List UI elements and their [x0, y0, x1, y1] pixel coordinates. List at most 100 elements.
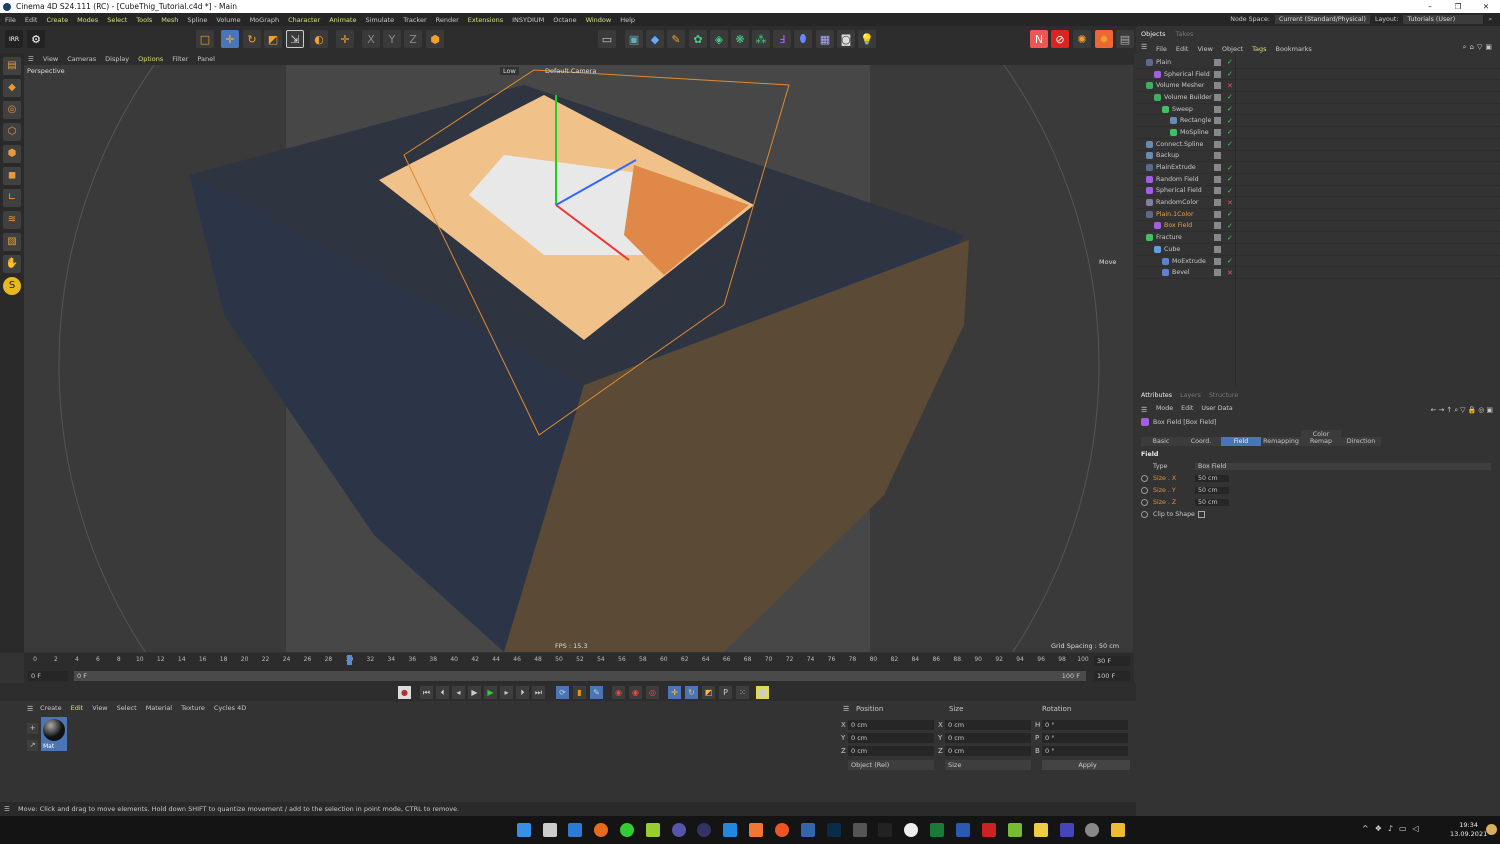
- polygons-mode-icon[interactable]: ◼: [3, 167, 21, 185]
- firefox-icon[interactable]: [594, 823, 608, 837]
- notification-icon[interactable]: [1486, 824, 1497, 835]
- menu-character[interactable]: Character: [288, 16, 320, 24]
- apply-button[interactable]: Apply: [1042, 760, 1130, 770]
- make-editable-icon[interactable]: ▤: [3, 57, 21, 75]
- enabled-check-icon[interactable]: ✓: [1227, 234, 1233, 242]
- layer-visibility-icon[interactable]: [1214, 269, 1221, 277]
- menu-file[interactable]: File: [5, 16, 16, 24]
- minimize-button[interactable]: –: [1416, 0, 1444, 13]
- animate-radio[interactable]: [1141, 474, 1148, 482]
- system-tray-icons[interactable]: ^❖♪▭◁: [1362, 824, 1425, 833]
- coord-field[interactable]: 0 cm: [848, 720, 934, 730]
- subtab-field[interactable]: Field: [1221, 437, 1261, 446]
- record-keys-icon[interactable]: ●: [398, 686, 411, 699]
- key-rotation-icon[interactable]: ↻: [685, 686, 698, 699]
- layer-visibility-icon[interactable]: [1214, 117, 1221, 125]
- app-icon-10[interactable]: [1085, 823, 1099, 837]
- deformer-icon[interactable]: Ⅎ: [773, 30, 791, 48]
- attributes-menu-user-data[interactable]: User Data: [1201, 405, 1232, 412]
- points-mode-icon[interactable]: ⬡: [3, 123, 21, 141]
- enabled-check-icon[interactable]: ✓: [1227, 210, 1233, 218]
- key-position-icon[interactable]: ✛: [668, 686, 681, 699]
- layer-visibility-icon[interactable]: [1214, 152, 1221, 160]
- object-row[interactable]: Box Field ✓: [1136, 221, 1500, 233]
- subtab-direction[interactable]: Direction: [1341, 437, 1381, 446]
- quality-dropdown[interactable]: Low: [500, 67, 519, 75]
- photoshop-icon[interactable]: [827, 823, 841, 837]
- tab-objects[interactable]: Objects: [1141, 30, 1166, 38]
- enabled-check-icon[interactable]: ✓: [1227, 58, 1233, 66]
- subtab-remapping[interactable]: Remapping: [1261, 437, 1301, 446]
- y-axis-lock-icon[interactable]: Y: [383, 30, 401, 48]
- attributes-menu-icon[interactable]: ☰: [1141, 406, 1147, 414]
- disabled-x-icon[interactable]: ✕: [1227, 82, 1233, 90]
- object-row[interactable]: Backup: [1136, 151, 1500, 163]
- material-menu-icon[interactable]: ☰: [27, 705, 33, 713]
- record-icon[interactable]: ◉: [612, 686, 625, 699]
- windows-start-icon[interactable]: [517, 823, 531, 837]
- objects-menu-tags[interactable]: Tags: [1252, 45, 1266, 53]
- objects-menu-file[interactable]: File: [1156, 45, 1167, 53]
- viewport-solo-icon[interactable]: ▭: [598, 30, 616, 48]
- plugin-burst-icon[interactable]: ✹: [1095, 30, 1113, 48]
- tab-attributes[interactable]: Attributes: [1141, 392, 1172, 399]
- plugin-disabled-icon[interactable]: ⊘: [1051, 30, 1069, 48]
- app-icon-5[interactable]: [853, 823, 867, 837]
- render-settings-icon[interactable]: ⚙: [27, 30, 45, 48]
- layer-visibility-icon[interactable]: [1214, 58, 1221, 66]
- menu-mograph[interactable]: MoGraph: [250, 16, 280, 24]
- objects-menu-object[interactable]: Object: [1222, 45, 1243, 53]
- object-row[interactable]: Spherical Field ✓: [1136, 69, 1500, 81]
- app-icon-7[interactable]: [1008, 823, 1022, 837]
- go-to-end-icon[interactable]: ⏭: [532, 686, 545, 699]
- redshift-icon[interactable]: N: [1030, 30, 1048, 48]
- enabled-check-icon[interactable]: ✓: [1227, 164, 1233, 172]
- animate-radio[interactable]: [1141, 498, 1148, 506]
- object-row[interactable]: Rectangle ✓: [1136, 115, 1500, 128]
- object-row[interactable]: Cube: [1136, 244, 1500, 256]
- enabled-check-icon[interactable]: ✓: [1227, 222, 1233, 230]
- key-points-icon[interactable]: ⁙: [736, 686, 749, 699]
- layer-visibility-icon[interactable]: [1214, 105, 1221, 113]
- plugin-star-icon[interactable]: ✺: [1073, 30, 1091, 48]
- scheme-icon[interactable]: ⬤: [756, 686, 769, 699]
- attributes-nav-icons[interactable]: ←→↑⌕▽🔒◎▣: [1431, 406, 1495, 415]
- bridge-icon[interactable]: [878, 823, 892, 837]
- enabled-check-icon[interactable]: ✓: [1227, 105, 1233, 113]
- selection-tool-icon[interactable]: □: [196, 30, 214, 48]
- pen-icon[interactable]: ✎: [667, 30, 685, 48]
- axis-mode-icon[interactable]: ∟: [3, 189, 21, 207]
- floor-icon[interactable]: ▦: [816, 30, 834, 48]
- word-icon[interactable]: [956, 823, 970, 837]
- viewport-perspective[interactable]: Perspective Low Default Camera Move FPS …: [24, 65, 1133, 652]
- coord-field[interactable]: 0 °: [1042, 720, 1128, 730]
- animate-clip-radio[interactable]: [1141, 510, 1148, 518]
- clip-to-shape-checkbox[interactable]: [1197, 510, 1205, 518]
- object-row[interactable]: PlainExtrude ✓: [1136, 162, 1500, 174]
- add-material-icon[interactable]: +: [27, 723, 38, 734]
- apply-material-icon[interactable]: ↗: [27, 740, 38, 751]
- object-row[interactable]: Plain.1Color ✓: [1136, 209, 1500, 221]
- material-item[interactable]: Mat: [41, 717, 67, 751]
- layer-visibility-icon[interactable]: [1214, 257, 1221, 265]
- acrobat-icon[interactable]: [982, 823, 996, 837]
- layer-visibility-icon[interactable]: [1214, 210, 1221, 218]
- menu-mesh[interactable]: Mesh: [161, 16, 178, 24]
- excel-icon[interactable]: [930, 823, 944, 837]
- coordinate-system-icon[interactable]: ⬢: [426, 30, 444, 48]
- object-row[interactable]: MoSpline ✓: [1136, 127, 1500, 139]
- coord-field[interactable]: 0 cm: [945, 733, 1031, 743]
- layer-visibility-icon[interactable]: [1214, 128, 1221, 136]
- enabled-check-icon[interactable]: ✓: [1227, 140, 1233, 148]
- world-axis-icon[interactable]: ✛: [336, 30, 354, 48]
- autokey-record-icon[interactable]: ◉: [629, 686, 642, 699]
- enabled-check-icon[interactable]: ✓: [1227, 93, 1233, 101]
- rotate-tool-icon[interactable]: ↻: [243, 30, 261, 48]
- size-mode-dropdown[interactable]: Size: [945, 760, 1031, 770]
- coord-field[interactable]: 0 cm: [945, 746, 1031, 756]
- object-row[interactable]: Volume Mesher ✕: [1136, 80, 1500, 93]
- coord-field[interactable]: 0 °: [1042, 733, 1128, 743]
- tab-layers[interactable]: Layers: [1180, 392, 1201, 399]
- subdivision-icon[interactable]: ◈: [710, 30, 728, 48]
- chrome-icon[interactable]: [620, 823, 634, 837]
